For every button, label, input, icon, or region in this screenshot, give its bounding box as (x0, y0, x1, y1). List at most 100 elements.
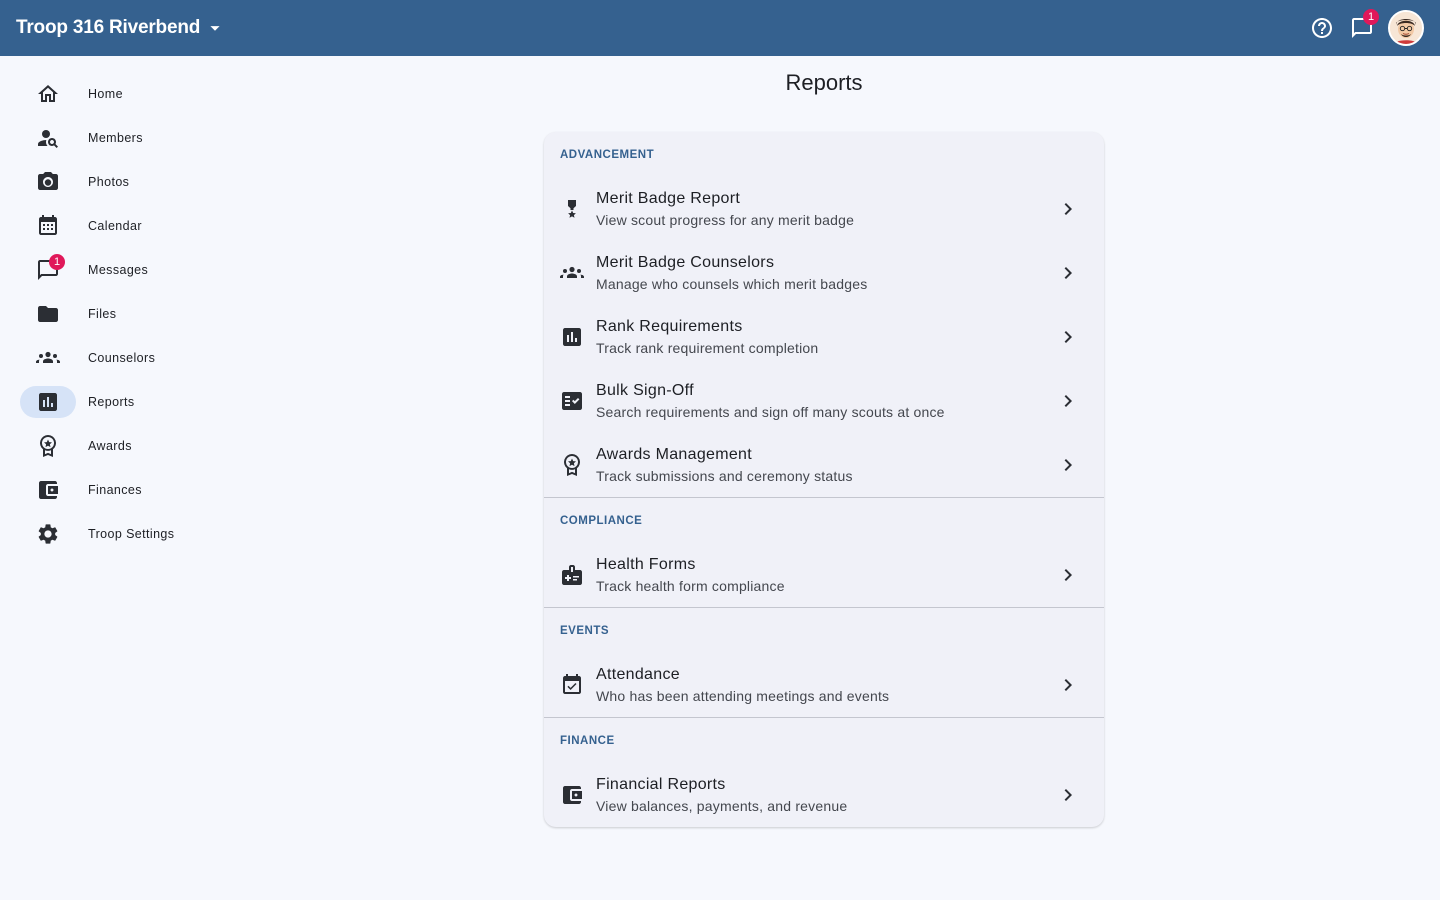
row-subtitle: Manage who counsels which merit badges (596, 276, 868, 292)
chevron-right-icon (1064, 203, 1072, 215)
checklist-icon (562, 392, 582, 410)
home-icon (38, 85, 58, 102)
sidebar-item-label: Files (88, 307, 117, 321)
folder-icon (38, 306, 58, 322)
row-text: Rank Requirements Track rank requirement… (596, 316, 1056, 358)
sidebar-item-label: Messages (88, 263, 149, 277)
row-chevron (1056, 197, 1080, 221)
sidebar-item-awards[interactable]: Awards (20, 424, 260, 468)
sidebar-item-label: Calendar (88, 219, 142, 233)
chevron-right-icon (1064, 395, 1072, 407)
row-icon (560, 673, 584, 697)
nav-icon-container (20, 210, 76, 242)
bar-chart-icon (39, 393, 57, 411)
user-avatar[interactable] (1388, 10, 1424, 46)
award-icon (40, 435, 56, 457)
row-chevron (1056, 783, 1080, 807)
row-text: Merit Badge Counselors Manage who counse… (596, 252, 1056, 294)
chevron-right-icon (1064, 569, 1072, 581)
row-subtitle: View balances, payments, and revenue (596, 798, 848, 814)
nav-icon-container (20, 474, 76, 506)
top-app-bar: Troop 316 Riverbend 1 (0, 0, 1440, 56)
sidebar-item-label: Awards (88, 439, 132, 453)
sidebar-item-home[interactable]: Home (20, 72, 260, 116)
award-icon (564, 454, 580, 476)
chevron-right-icon (1064, 331, 1072, 343)
row-text: Bulk Sign-Off Search requirements and si… (596, 380, 1056, 422)
sidebar-item-troop-settings[interactable]: Troop Settings (20, 512, 260, 556)
gear-icon (38, 524, 58, 544)
row-icon (560, 389, 584, 413)
row-subtitle: Search requirements and sign off many sc… (596, 404, 945, 420)
row-subtitle: View scout progress for any merit badge (596, 212, 855, 228)
row-text: Financial Reports View balances, payment… (596, 774, 1056, 816)
help-button[interactable] (1302, 8, 1342, 48)
nav-icon-container (20, 298, 76, 330)
report-row-attendance[interactable]: Attendance Who has been attending meetin… (544, 653, 1104, 717)
sidebar-item-finances[interactable]: Finances (20, 468, 260, 512)
report-row-health-forms[interactable]: Health Forms Track health form complianc… (544, 543, 1104, 607)
report-row-bulk-sign-off[interactable]: Bulk Sign-Off Search requirements and si… (544, 369, 1104, 433)
section-header: FINANCE (560, 735, 615, 747)
sidebar-item-photos[interactable]: Photos (20, 160, 260, 204)
camera-icon (38, 172, 58, 190)
report-row-awards-management[interactable]: Awards Management Track submissions and … (544, 433, 1104, 497)
sidebar-item-label: Members (88, 131, 143, 145)
sidebar-item-reports[interactable]: Reports (20, 380, 260, 424)
sidebar-item-members[interactable]: Members (20, 116, 260, 160)
sidebar-item-messages[interactable]: 1 Messages (20, 248, 260, 292)
section-header: EVENTS (560, 625, 610, 637)
person-search-icon (38, 130, 58, 148)
sidebar-nav: Home Members Photos Calendar 1 Messages … (20, 72, 260, 556)
row-text: Awards Management Track submissions and … (596, 444, 1056, 486)
row-title: Rank Requirements (596, 318, 743, 335)
row-chevron (1056, 453, 1080, 477)
nav-icon-container (20, 518, 76, 550)
row-icon (560, 563, 584, 587)
row-icon (560, 453, 584, 477)
report-row-merit-badge-counselors[interactable]: Merit Badge Counselors Manage who counse… (544, 241, 1104, 305)
troop-name: Troop 316 Riverbend (16, 17, 201, 38)
nav-icon-container (20, 342, 76, 374)
avatar-icon (1390, 12, 1422, 44)
nav-icon-container (20, 386, 76, 418)
report-row-merit-badge-report[interactable]: Merit Badge Report View scout progress f… (544, 177, 1104, 241)
messages-button[interactable]: 1 (1342, 8, 1382, 48)
medal-icon (568, 200, 576, 218)
row-icon (560, 261, 584, 285)
sidebar-item-counselors[interactable]: Counselors (20, 336, 260, 380)
row-icon (560, 197, 584, 221)
help-icon (1312, 18, 1332, 38)
section-compliance: COMPLIANCE Health Forms Track health for… (544, 497, 1104, 607)
row-subtitle: Who has been attending meetings and even… (596, 688, 890, 704)
row-chevron (1056, 325, 1080, 349)
wallet-icon (563, 786, 582, 804)
report-row-rank-requirements[interactable]: Rank Requirements Track rank requirement… (544, 305, 1104, 369)
sidebar-item-label: Photos (88, 175, 130, 189)
row-chevron (1056, 389, 1080, 413)
dropdown-arrow-icon (210, 26, 220, 31)
messages-badge: 1 (1363, 9, 1379, 25)
row-subtitle: Track submissions and ceremony status (596, 468, 853, 484)
medical-badge-icon (562, 565, 582, 585)
row-text: Health Forms Track health form complianc… (596, 554, 1056, 596)
troop-switcher[interactable]: Troop 316 Riverbend (16, 17, 226, 39)
row-title: Awards Management (596, 446, 752, 463)
row-title: Merit Badge Counselors (596, 254, 775, 271)
section-header: ADVANCEMENT (560, 149, 655, 161)
sidebar-item-label: Reports (88, 395, 135, 409)
row-chevron (1056, 563, 1080, 587)
report-row-financial-reports[interactable]: Financial Reports View balances, payment… (544, 763, 1104, 827)
nav-icon-container (20, 78, 76, 110)
topbar-actions: 1 (1302, 8, 1424, 48)
sidebar-item-label: Home (88, 87, 123, 101)
groups-icon (36, 351, 60, 363)
row-title: Attendance (596, 666, 680, 683)
row-chevron (1056, 261, 1080, 285)
sidebar-item-files[interactable]: Files (20, 292, 260, 336)
chevron-right-icon (1064, 679, 1072, 691)
reports-card: ADVANCEMENT Merit Badge Report View scou… (544, 132, 1104, 827)
row-title: Financial Reports (596, 776, 726, 793)
nav-icon-container (20, 122, 76, 154)
sidebar-item-calendar[interactable]: Calendar (20, 204, 260, 248)
